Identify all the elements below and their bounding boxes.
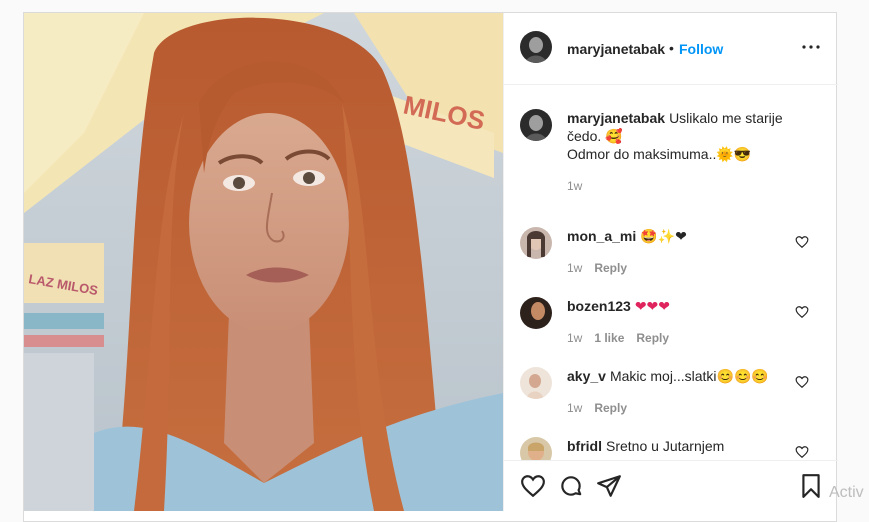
- comment: mon_a_mi 🤩✨❤: [567, 227, 787, 245]
- author-username[interactable]: maryjanetabak: [567, 41, 665, 57]
- comment-username[interactable]: bfridl: [567, 438, 602, 454]
- follow-button[interactable]: Follow: [679, 41, 723, 57]
- caption-text: maryjanetabak Uslikalo me starije čedo. 🥰…: [567, 109, 817, 163]
- caption-line-3: Odmor do maksimuma..🌞😎: [567, 146, 752, 162]
- activate-windows-watermark: Activ: [829, 484, 864, 501]
- caption-avatar[interactable]: [520, 109, 552, 141]
- heart-icon[interactable]: [795, 305, 809, 319]
- comment-time[interactable]: 1w: [567, 261, 582, 275]
- bookmark-icon[interactable]: [798, 473, 824, 499]
- reply-button[interactable]: Reply: [594, 401, 627, 415]
- caption-username[interactable]: maryjanetabak: [567, 110, 665, 126]
- comment-icon[interactable]: [558, 473, 584, 499]
- comment: bozen123 ❤❤❤: [567, 297, 787, 315]
- like-icon[interactable]: [520, 473, 546, 499]
- comment-avatar[interactable]: [520, 227, 552, 259]
- caption-line-2: čedo. 🥰: [567, 128, 623, 144]
- heart-icon[interactable]: [795, 445, 809, 459]
- comment-text: Makic moj...slatki😊😊😊: [609, 368, 769, 384]
- reply-button[interactable]: Reply: [594, 261, 627, 275]
- heart-icon[interactable]: [795, 375, 809, 389]
- heart-icon[interactable]: [795, 235, 809, 249]
- caption-time[interactable]: 1w: [567, 179, 582, 193]
- post-side-panel: maryjanetabak • Follow maryjanetabak Usli…: [503, 13, 838, 511]
- post-image: MILOS LAZ MILOS: [24, 13, 503, 511]
- comment-username[interactable]: aky_v: [567, 368, 606, 384]
- separator-dot: •: [669, 40, 674, 56]
- comment-username[interactable]: bozen123: [567, 298, 631, 314]
- comment-avatar[interactable]: [520, 437, 552, 460]
- comment-time[interactable]: 1w: [567, 401, 582, 415]
- comment-meta: 1w Reply: [567, 401, 639, 415]
- reply-button[interactable]: Reply: [636, 331, 669, 345]
- comment-text: 🤩✨❤: [640, 228, 687, 244]
- comments-list[interactable]: maryjanetabak Uslikalo me starije čedo. 🥰…: [504, 85, 838, 460]
- comment: bfridl Sretno u Jutarnjem: [567, 437, 787, 455]
- comment-meta: 1w 1 like Reply: [567, 331, 681, 345]
- comment-meta: 1w Reply: [567, 261, 639, 275]
- post-header: maryjanetabak • Follow: [504, 13, 838, 85]
- likes-count[interactable]: 1 like: [594, 331, 624, 345]
- author-avatar[interactable]: [520, 31, 552, 63]
- share-icon[interactable]: [596, 473, 622, 499]
- caption-line-1: Uslikalo me starije: [669, 110, 783, 126]
- post-card: MILOS LAZ MILOS maryjanetabak • Follow m…: [23, 12, 838, 522]
- more-options-icon[interactable]: [799, 35, 823, 59]
- comment-avatar[interactable]: [520, 297, 552, 329]
- comment: aky_v Makic moj...slatki😊😊😊: [567, 367, 787, 385]
- comment-text: Sretno u Jutarnjem: [606, 438, 725, 454]
- comment-avatar[interactable]: [520, 367, 552, 399]
- caption-meta: 1w: [567, 179, 594, 193]
- post-actions: [504, 460, 838, 511]
- comment-username[interactable]: mon_a_mi: [567, 228, 636, 244]
- comment-text: ❤❤❤: [634, 298, 671, 314]
- comment-time[interactable]: 1w: [567, 331, 582, 345]
- post-photo[interactable]: MILOS LAZ MILOS: [24, 13, 503, 511]
